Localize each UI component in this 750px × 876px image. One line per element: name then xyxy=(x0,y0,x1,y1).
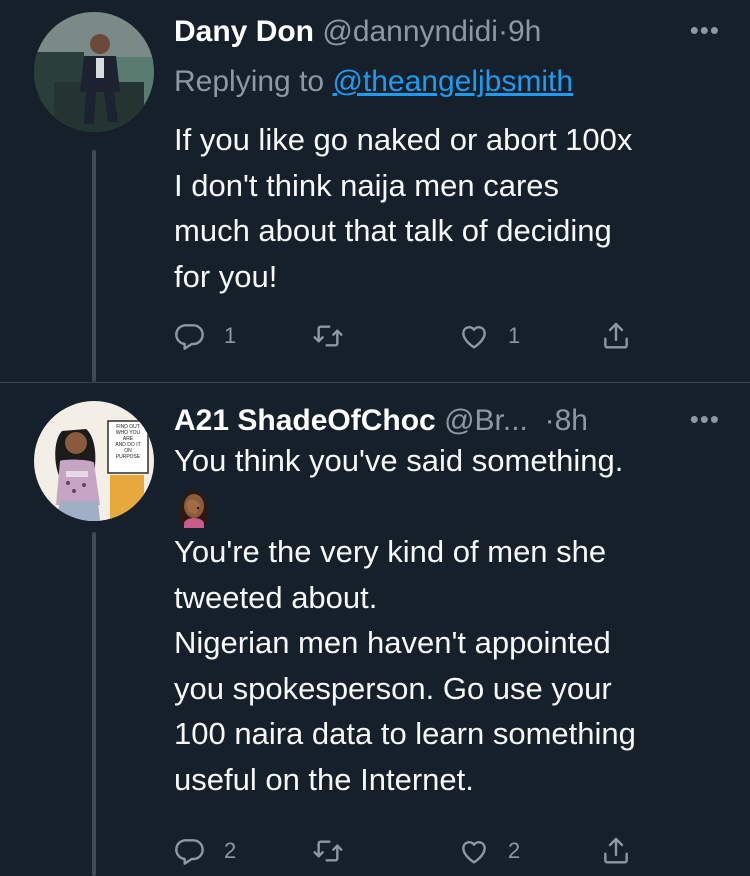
display-name[interactable]: Dany Don xyxy=(174,15,314,48)
reply-icon xyxy=(175,324,204,350)
separator-dot: · xyxy=(497,15,508,48)
display-name[interactable]: A21 ShadeOfChoc xyxy=(174,404,436,437)
facepalm-emoji xyxy=(174,484,214,528)
reply-button[interactable]: 2 xyxy=(174,831,236,871)
thread-line xyxy=(92,532,96,876)
avatar-illustration: FIND OUT WHO YOU ARE AND DO IT ON PURPOS… xyxy=(34,401,154,521)
tweet-text-line: I don't think naija men cares xyxy=(174,167,560,203)
reply-icon xyxy=(175,839,204,865)
avatar[interactable]: FIND OUT WHO YOU ARE AND DO IT ON PURPOS… xyxy=(34,401,154,521)
more-options-icon[interactable]: ••• xyxy=(690,10,720,50)
like-button[interactable]: 2 xyxy=(458,831,520,871)
avatar[interactable] xyxy=(34,12,154,132)
mention-link[interactable]: @theangeljbsmith xyxy=(332,65,573,98)
more-options-icon[interactable]: ••• xyxy=(690,399,720,439)
tweet-actions: 1 1 xyxy=(174,316,654,356)
tweet[interactable]: Dany Don @dannyndidi·9h ••• Replying to … xyxy=(0,0,750,382)
tweet-text-line: much about that talk of deciding xyxy=(174,213,612,248)
share-button[interactable] xyxy=(600,316,632,356)
like-button[interactable]: 1 xyxy=(458,316,520,356)
tweet-text: If you like go naked or abort 100x I don… xyxy=(174,117,730,299)
share-icon xyxy=(604,322,628,349)
tweet-text: You think you've said something. You're … xyxy=(174,438,730,802)
tweet-text-line: tweeted about. xyxy=(174,579,378,615)
reply-count: 2 xyxy=(224,838,237,863)
retweet-button[interactable] xyxy=(312,831,344,871)
timestamp[interactable]: 8h xyxy=(555,404,588,437)
share-button[interactable] xyxy=(600,831,632,871)
heart-icon xyxy=(462,326,486,349)
separator-dot: · xyxy=(544,404,555,437)
tweet-header: A21 ShadeOfChoc @Br... ·8h ••• xyxy=(174,399,730,443)
like-count: 1 xyxy=(508,323,521,348)
replying-to: Replying to @theangeljbsmith xyxy=(174,60,573,104)
avatar-photo xyxy=(34,12,154,132)
reply-button[interactable]: 1 xyxy=(174,316,236,356)
tweet-text-line: You're the very kind of men she xyxy=(174,534,607,569)
reply-count: 1 xyxy=(224,323,237,348)
avatar-sign-text: PURPOSE xyxy=(116,454,141,460)
timestamp[interactable]: 9h xyxy=(508,15,541,48)
tweet-text-line: 100 naira data to learn something xyxy=(174,716,636,751)
emoji-line xyxy=(174,484,730,530)
tweet-text-line: You think you've said something. xyxy=(174,443,624,478)
tweet-text-line: useful on the Internet. xyxy=(174,761,474,797)
tweet-header: Dany Don @dannyndidi·9h ••• xyxy=(174,10,730,54)
like-count: 2 xyxy=(508,838,521,863)
tweet-actions: 2 2 xyxy=(174,831,654,871)
share-icon xyxy=(604,837,628,864)
tweet-text-line: If you like go naked or abort 100x xyxy=(174,122,633,157)
tweet[interactable]: FIND OUT WHO YOU ARE AND DO IT ON PURPOS… xyxy=(0,382,750,876)
tweet-text-line: Nigerian men haven't appointed xyxy=(174,625,611,660)
user-handle[interactable]: @dannyndidi xyxy=(322,15,498,48)
heart-icon xyxy=(462,841,486,864)
tweet-text-line: you spokesperson. Go use your xyxy=(174,670,612,706)
tweet-text-line: for you! xyxy=(174,258,278,294)
retweet-button[interactable] xyxy=(312,316,344,356)
thread-line xyxy=(92,150,96,382)
retweet-icon xyxy=(313,325,343,347)
user-handle[interactable]: @Br... xyxy=(444,404,528,437)
timeline: Dany Don @dannyndidi·9h ••• Replying to … xyxy=(0,0,750,876)
retweet-icon xyxy=(313,840,343,862)
replying-label: Replying to xyxy=(174,65,325,98)
